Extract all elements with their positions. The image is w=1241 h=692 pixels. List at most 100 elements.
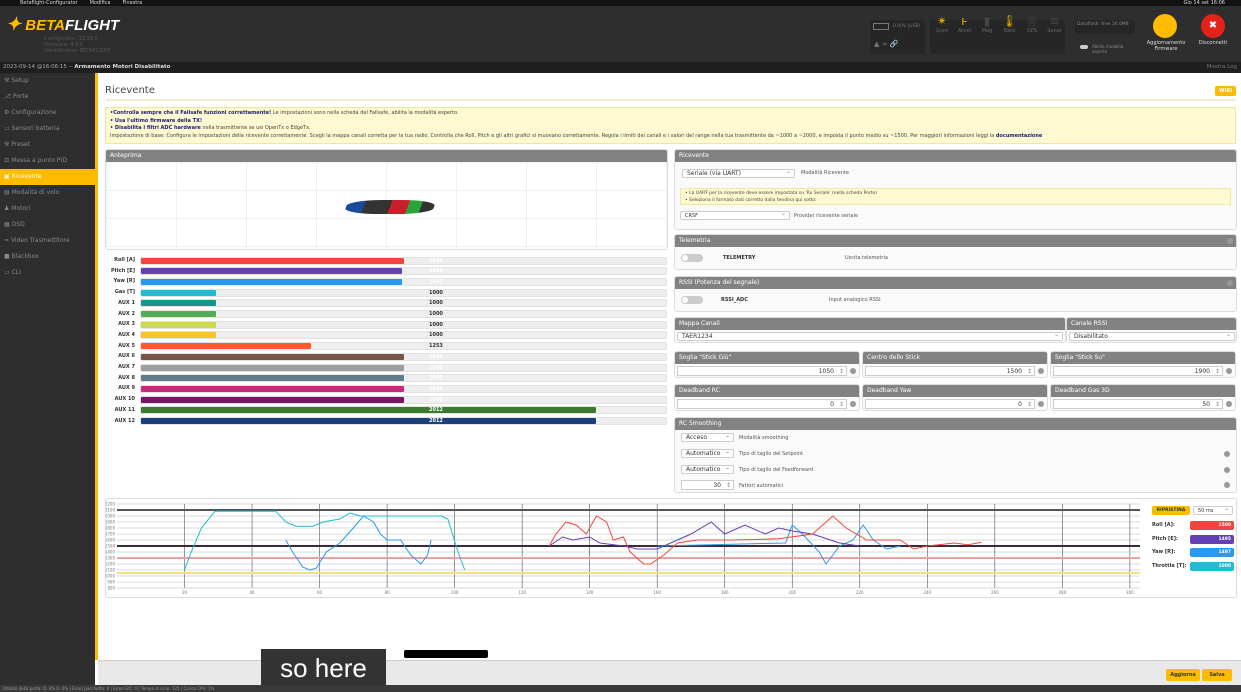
receiver-mode-select[interactable]: Seriale (via UART) bbox=[682, 168, 795, 178]
refresh-button[interactable]: Aggiorna bbox=[1166, 669, 1200, 681]
channel-value: 1000 bbox=[429, 332, 443, 339]
channel-bar-row: Roll [A] 1500 bbox=[105, 256, 667, 265]
help-icon[interactable] bbox=[1038, 368, 1044, 374]
channel-bar-row: AUX 3 1000 bbox=[105, 320, 667, 329]
sensor-label: Mag bbox=[981, 28, 993, 34]
sidebar-item-messa-a-punto-pid[interactable]: ⚖ Messa a punto PID bbox=[0, 153, 95, 169]
sidebar-item-label: Ricevente bbox=[11, 173, 42, 180]
sticks-low-input[interactable]: 1050 bbox=[677, 366, 847, 376]
gyro-icon: ✴ bbox=[936, 14, 948, 28]
dataflash-box: Dataflash: free 16.0MB bbox=[1075, 20, 1135, 34]
telemetry-desc: Uscita telemetria bbox=[845, 255, 888, 261]
rssi-adc-name: RSSI_ADC bbox=[721, 297, 748, 303]
help-icon[interactable] bbox=[1038, 401, 1044, 407]
help-icon[interactable] bbox=[1224, 467, 1230, 473]
documentation-link[interactable]: documentazione bbox=[996, 133, 1042, 139]
reset-graph-button[interactable]: RIPRISTINA bbox=[1152, 506, 1190, 515]
firmware-update-button[interactable]: Aggiornamento Firmware bbox=[1140, 40, 1192, 52]
legend-value: 1497 bbox=[1190, 548, 1234, 557]
channel-bar-track: 2012 bbox=[140, 406, 667, 415]
rc-smoothing-panel: RC Smoothing Acceso Modalità smoothing A… bbox=[674, 417, 1237, 493]
sidebar-item-label: Motori bbox=[11, 205, 31, 212]
channel-bar-fill bbox=[141, 332, 216, 339]
channel-label: AUX 12 bbox=[114, 417, 135, 424]
rssi-adc-toggle[interactable] bbox=[681, 296, 703, 304]
help-icon[interactable] bbox=[1224, 482, 1230, 488]
serial-provider-select[interactable]: CRSF bbox=[680, 210, 790, 220]
sidebar-item-blackbox[interactable]: ■ Blackbox bbox=[0, 249, 95, 265]
sidebar-item-cli[interactable]: ▭ CLI bbox=[0, 265, 95, 281]
rssi-channel-title: Canale RSSI bbox=[1067, 318, 1236, 330]
y-tick-label: 2000 bbox=[106, 514, 115, 519]
help-icon[interactable] bbox=[1226, 368, 1232, 374]
channel-bar-fill bbox=[141, 321, 216, 328]
expert-mode-toggle[interactable] bbox=[1080, 45, 1088, 49]
rc-graph-panel: 2200210020001900180017001600150014001300… bbox=[105, 498, 1237, 598]
x-tick-label: 40 bbox=[250, 590, 256, 595]
save-button[interactable]: Salva bbox=[1202, 669, 1232, 681]
sonar-icon: ≡ bbox=[1049, 14, 1060, 28]
auto-factor-input[interactable]: 30 bbox=[681, 480, 734, 490]
disconnect-icon[interactable]: ✖ bbox=[1201, 14, 1225, 38]
channel-bar-row: AUX 5 1253 bbox=[105, 342, 667, 351]
y-tick-label: 1400 bbox=[106, 550, 115, 555]
sticks-center-input[interactable]: 1500 bbox=[865, 366, 1035, 376]
channel-bar-fill bbox=[141, 257, 404, 264]
telemetry-toggle[interactable] bbox=[681, 254, 703, 262]
channel-bar-track: 1500 bbox=[140, 395, 667, 404]
y-tick-label: 1200 bbox=[106, 562, 115, 567]
sidebar-item-video-trasmettitore[interactable]: ≈ Video Trasmettitore bbox=[0, 233, 95, 249]
sidebar-item-label: Video Trasmettitore bbox=[10, 237, 70, 244]
firmware-update-icon[interactable] bbox=[1153, 14, 1177, 38]
deadband-yaw-title: Deadband Yaw bbox=[863, 385, 1047, 397]
sidebar-item-osd[interactable]: ▦ OSD bbox=[0, 217, 95, 233]
channel-bar-row: Pitch [E] 1495 bbox=[105, 267, 667, 276]
deadband-rc-input[interactable]: 0 bbox=[677, 399, 847, 409]
legend-value: 1500 bbox=[1190, 521, 1234, 530]
wiki-button[interactable]: WIKI bbox=[1215, 86, 1237, 96]
deadband-yaw-input[interactable]: 0 bbox=[865, 399, 1035, 409]
disconnect-button[interactable]: Disconnetti bbox=[1190, 40, 1236, 46]
sidebar-item-motori[interactable]: ♟ Motori bbox=[0, 201, 95, 217]
setpoint-cutoff-select[interactable]: Automatico bbox=[681, 448, 734, 458]
sidebar-item-label: CLI bbox=[11, 269, 21, 276]
help-icon[interactable] bbox=[1226, 401, 1232, 407]
sensor-label: Baro bbox=[1003, 28, 1016, 34]
receiver-panel: Ricevente Seriale (via UART) Modalità Ri… bbox=[674, 149, 1237, 230]
arming-status: Armamento Motori Disabilitato bbox=[74, 64, 171, 70]
deadband-gas-input[interactable]: 50 bbox=[1053, 399, 1223, 409]
sidebar-item-porte[interactable]: ⎇ Porte bbox=[0, 89, 95, 105]
feedforward-cutoff-label: Tipo di taglio del Feedforward bbox=[739, 467, 814, 473]
help-icon[interactable] bbox=[1224, 451, 1230, 457]
sensor-label: Accel bbox=[957, 28, 972, 34]
x-tick-label: 160 bbox=[653, 590, 661, 595]
sidebar-item-setup[interactable]: ⚒ Setup bbox=[0, 73, 95, 89]
rc-smoothing-title: RC Smoothing bbox=[675, 418, 1236, 430]
telemetry-name: TELEMETRY bbox=[723, 255, 756, 261]
sticks-high-input[interactable]: 1900 bbox=[1053, 366, 1223, 376]
sidebar-item-configurazione[interactable]: ⚙ Configurazione bbox=[0, 105, 95, 121]
sensor-gyro: ✴ Gyro bbox=[930, 14, 954, 34]
help-icon[interactable] bbox=[1227, 238, 1233, 244]
sidebar-item-ricevente[interactable]: ▣ Ricevente bbox=[0, 169, 95, 185]
help-icon[interactable] bbox=[850, 401, 856, 407]
sidebar-item-modalit-di-volo[interactable]: ▤ Modalità di volo bbox=[0, 185, 95, 201]
channel-bar-track: 2012 bbox=[140, 417, 667, 425]
channel-bar-fill bbox=[141, 375, 404, 382]
channel-label: AUX 6 bbox=[118, 353, 135, 360]
sidebar-item-preset[interactable]: ⚒ Preset bbox=[0, 137, 95, 153]
show-log-link[interactable]: Mostra Log bbox=[1207, 62, 1237, 73]
feedforward-cutoff-select[interactable]: Automatico bbox=[681, 464, 734, 474]
y-tick-label: 2200 bbox=[106, 502, 115, 507]
battery-icon bbox=[873, 23, 889, 30]
info-note: •Controlla sempre che il Failsafe funzio… bbox=[105, 107, 1236, 144]
channel-map-select[interactable]: TAER1234 bbox=[677, 331, 1063, 341]
quad-model bbox=[343, 200, 437, 214]
help-icon[interactable] bbox=[850, 368, 856, 374]
help-icon[interactable] bbox=[1227, 280, 1233, 286]
rssi-channel-select[interactable]: Disabilitato bbox=[1069, 331, 1235, 341]
smoothing-mode-select[interactable]: Acceso bbox=[681, 432, 734, 442]
sidebar-item-sensori-batteria[interactable]: ▭ Sensori batteria bbox=[0, 121, 95, 137]
channel-bar-track: 1000 bbox=[140, 299, 667, 308]
refresh-rate-select[interactable]: 50 ms bbox=[1193, 505, 1233, 515]
